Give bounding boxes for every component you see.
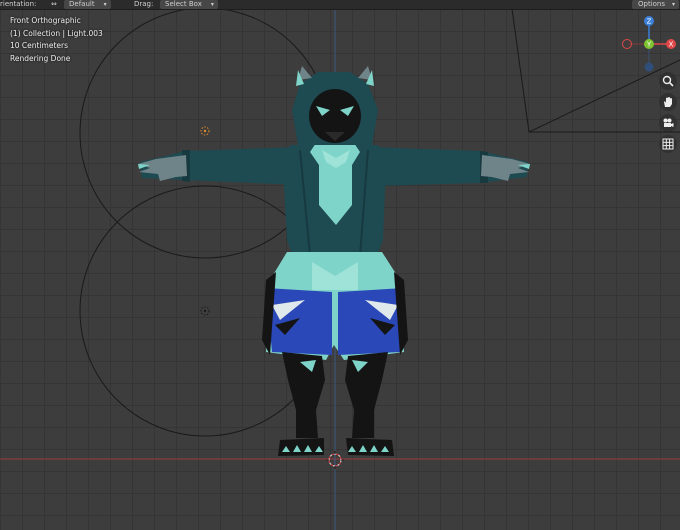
camera-view-button[interactable] — [659, 114, 677, 132]
chevron-down-icon: ▾ — [103, 1, 107, 8]
drag-value: Select Box — [165, 0, 202, 8]
scene-canvas — [0, 7, 680, 530]
orientation-dropdown[interactable]: Default ▾ — [64, 0, 111, 9]
pan-hand-icon — [664, 97, 672, 107]
zoom-button[interactable] — [659, 72, 677, 90]
camera-icon — [663, 118, 674, 127]
gizmo-x-label: X — [669, 41, 674, 49]
gizmo-z-label: Z — [647, 18, 652, 26]
render-status: Rendering Done — [10, 53, 71, 63]
viewport-info-overlay: Front Orthographic (1) Collection | Ligh… — [10, 15, 103, 65]
options-dropdown[interactable]: Options ▾ — [632, 0, 680, 9]
options-label: Options — [638, 0, 666, 8]
navigation-gizmo[interactable]: Z X Y — [618, 14, 680, 76]
character-model — [138, 66, 530, 456]
collection-info: (1) Collection | Light.003 — [10, 28, 103, 38]
grid-icon — [662, 138, 674, 150]
drag-dropdown[interactable]: Select Box ▾ — [160, 0, 218, 9]
chevron-down-icon: ▾ — [210, 1, 214, 8]
viewport-header: rientation: ⇔ Default ▾ Drag: Select Box… — [0, 0, 680, 10]
scale-info: 10 Centimeters — [10, 41, 69, 50]
gizmo-y-label: Y — [646, 41, 652, 49]
orientation-value: Default — [69, 0, 95, 8]
chevron-down-icon: ▾ — [672, 1, 676, 8]
view-name: Front Orthographic — [10, 16, 81, 25]
drag-label: Drag: — [134, 0, 154, 8]
gizmo-neg-z-axis[interactable] — [644, 62, 654, 72]
zoom-icon — [662, 75, 674, 87]
light-icon — [200, 126, 210, 136]
orientation-icon: ⇔ — [51, 0, 57, 8]
toggle-perspective-button[interactable] — [659, 135, 677, 153]
orientation-label: rientation: — [0, 0, 37, 8]
light-icon — [200, 306, 210, 316]
pan-button[interactable] — [659, 93, 677, 111]
